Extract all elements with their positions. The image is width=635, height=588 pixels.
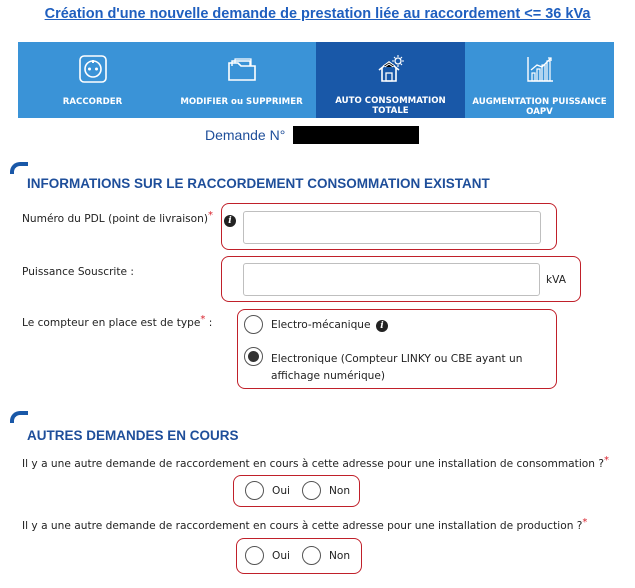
puissance-input[interactable] [243,263,540,296]
solar-house-icon [378,55,404,82]
tab-auto-consommation[interactable]: AUTO CONSOMMATION TOTALE [316,42,465,118]
pdl-label: Numéro du PDL (point de livraison)* [22,210,213,225]
question-production-text: Il y a une autre demande de raccordement… [22,520,583,532]
radio-electronique[interactable] [244,347,263,366]
radio-production-non[interactable] [302,546,321,565]
folder-icon [227,58,256,81]
question-consommation-text: Il y a une autre demande de raccordement… [22,458,604,470]
tab-label: AUTO CONSOMMATION TOTALE [335,96,446,116]
pdl-input[interactable] [243,211,541,244]
tab-bar: RACCORDER MODIFIER ou SUPPRIMER AUTO CON… [18,42,614,118]
section-corner-decoration [10,411,28,423]
radio-selected-dot [248,351,259,362]
radio-consommation-non[interactable] [302,481,321,500]
tab-raccorder[interactable]: RACCORDER [18,42,167,118]
label-production-oui[interactable]: Oui [272,550,290,562]
demande-number: Demande N° [205,126,420,144]
option-electronique[interactable]: Electronique (Compteur LINKY ou CBE ayan… [271,351,539,385]
option-electro-mecanique[interactable]: Electro-mécanique [271,319,371,331]
question-production: Il y a une autre demande de raccordement… [22,517,588,532]
bar-chart-icon [526,57,553,82]
page-title[interactable]: Création d'une nouvelle demande de prest… [0,6,635,22]
puissance-label: Puissance Souscrite : [22,266,134,278]
puissance-unit: kVA [546,274,566,286]
required-mark: * [208,210,213,221]
required-mark: * [200,314,206,325]
redacted-number [293,126,420,144]
compteur-label-suffix: : [205,317,213,329]
section-corner-decoration [10,162,28,174]
radio-consommation-oui[interactable] [245,481,264,500]
demande-label: Demande N° [205,127,286,143]
label-consommation-oui[interactable]: Oui [272,485,290,497]
tab-label: MODIFIER ou SUPPRIMER [180,97,303,107]
tab-label: AUGMENTATION PUISSANCE OAPV [472,97,607,117]
radio-electro-mecanique[interactable] [244,315,263,334]
section-title-raccordement: INFORMATIONS SUR LE RACCORDEMENT CONSOMM… [27,176,490,191]
info-icon[interactable]: i [376,320,388,332]
tab-modifier[interactable]: MODIFIER ou SUPPRIMER [167,42,316,118]
compteur-label: Le compteur en place est de type* : [22,314,213,329]
socket-icon [78,55,107,83]
question-consommation: Il y a une autre demande de raccordement… [22,455,609,470]
label-consommation-non[interactable]: Non [329,485,350,497]
required-mark: * [603,455,609,466]
required-mark: * [582,517,588,528]
tab-label: RACCORDER [62,97,123,107]
radio-production-oui[interactable] [245,546,264,565]
label-production-non[interactable]: Non [329,550,350,562]
section-title-autres-demandes: AUTRES DEMANDES EN COURS [27,428,239,443]
pdl-label-text: Numéro du PDL (point de livraison) [22,213,208,225]
tab-augmentation[interactable]: AUGMENTATION PUISSANCE OAPV [465,42,614,118]
compteur-label-text: Le compteur en place est de type [22,317,201,329]
